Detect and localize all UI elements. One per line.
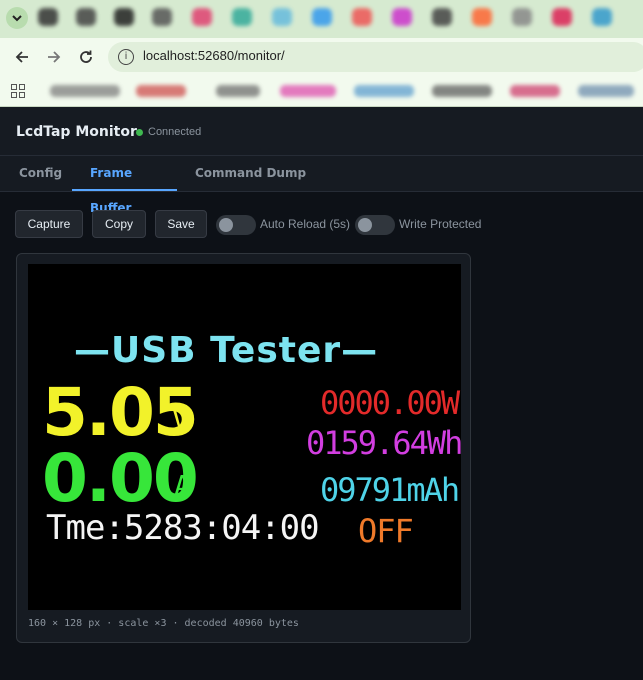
forward-button[interactable]: [44, 47, 64, 67]
capture-button[interactable]: Capture: [15, 210, 83, 238]
copy-button[interactable]: Copy: [92, 210, 146, 238]
connection-status: Connected: [148, 126, 202, 138]
browser-tabstrip: [0, 0, 643, 38]
address-url[interactable]: localhost:52680/monitor/: [143, 48, 285, 63]
reload-icon: [80, 50, 92, 63]
lcd-power: 0000.00W: [320, 384, 460, 422]
toggle-knob: [219, 218, 233, 232]
arrow-left-icon: [15, 51, 28, 63]
app-header: LcdTap Monitor Connected: [0, 107, 643, 156]
frame-info-caption: 160 × 128 px · scale ×3 · decoded 40960 …: [28, 618, 299, 629]
bookmarks-obscured[interactable]: [48, 82, 638, 102]
browser-tabs-obscured[interactable]: [36, 4, 636, 30]
site-info-icon[interactable]: i: [118, 49, 134, 65]
tab-frame-buffer[interactable]: Frame Buffer: [72, 156, 177, 215]
lcd-capacity: 09791mAh: [320, 471, 460, 509]
tab-command-dump[interactable]: Command Dump: [177, 156, 324, 191]
frame-buffer-panel: —USB Tester— 5.05 V 0.00 A Tme:5283:04:0…: [16, 253, 471, 643]
lcd-energy: 0159.64Wh: [306, 424, 463, 462]
write-protected-label[interactable]: Write Protected: [399, 217, 481, 231]
chevron-down-icon: [12, 15, 22, 22]
bookmarks-bar: [0, 76, 643, 107]
tab-search-button[interactable]: [6, 7, 28, 29]
lcd-time: Tme:5283:04:00: [46, 508, 320, 548]
toggle-knob: [358, 218, 372, 232]
auto-reload-label[interactable]: Auto Reload (5s): [260, 217, 350, 231]
tab-bar: Config Frame Buffer Command Dump: [0, 156, 643, 215]
reload-button[interactable]: [76, 47, 96, 67]
browser-toolbar: i localhost:52680/monitor/: [0, 38, 643, 76]
lcd-title: —USB Tester—: [74, 330, 379, 371]
app-title: LcdTap Monitor: [16, 124, 137, 140]
lcd-voltage-unit: V: [172, 403, 189, 436]
tab-config[interactable]: Config: [1, 156, 80, 191]
back-button[interactable]: [12, 47, 32, 67]
apps-grid-icon[interactable]: [11, 84, 25, 98]
address-bar[interactable]: i localhost:52680/monitor/: [108, 42, 643, 72]
lcd-current-unit: A: [174, 469, 191, 502]
lcd-frame-image: —USB Tester— 5.05 V 0.00 A Tme:5283:04:0…: [28, 264, 463, 610]
arrow-right-icon: [48, 51, 61, 63]
write-protected-toggle[interactable]: [355, 215, 395, 235]
lcd-output-state: OFF: [358, 512, 414, 550]
save-button[interactable]: Save: [155, 210, 207, 238]
status-dot-icon: [136, 129, 143, 136]
auto-reload-toggle[interactable]: [216, 215, 256, 235]
